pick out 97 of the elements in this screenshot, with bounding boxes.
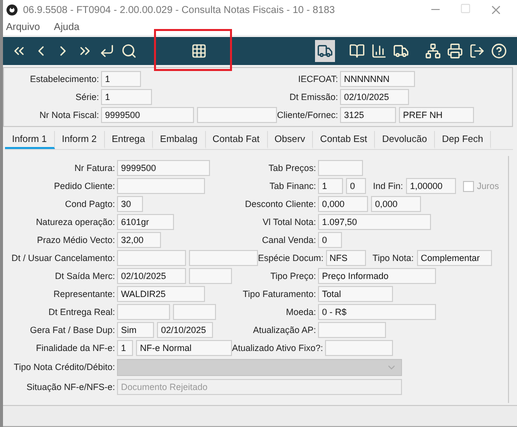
truck-button[interactable] [315,40,335,62]
hierarchy-icon [425,43,441,59]
window-title: 06.9.5508 - FT0904 - 2.00.00.029 - Consulta Notas Fiscais - 10 - 8183 [23,4,336,16]
field-label: Dt Emissão: [289,92,339,102]
help-icon [491,43,507,59]
bar-chart-icon [371,43,387,59]
text-field[interactable] [189,268,232,284]
field-label: Série: [74,92,100,102]
field-label: Atualização AP: [252,325,317,335]
field-label: Pedido Cliente: [52,181,116,191]
text-field[interactable]: 1 [101,89,152,105]
field-label: Dt Saída Merc: [54,271,116,281]
search-icon [121,43,137,59]
text-field[interactable] [318,322,386,338]
field-label: Moeda: [286,307,317,317]
tab[interactable]: Embalag [153,131,206,149]
field-label: Espécie Docum: [258,253,325,263]
field-label: Canal Venda: [262,235,317,245]
text-field[interactable]: 30 [117,196,143,212]
text-field[interactable]: 0 - R$ [318,304,436,320]
truck-icon [317,43,333,59]
tab[interactable]: Inform 2 [54,131,105,149]
menu-item[interactable]: Ajuda [54,22,80,33]
field-label: Estabelecimento: [28,74,100,84]
field-label: Tipo Faturamento: [242,289,317,299]
text-field[interactable]: Sim [117,322,154,338]
field-label: Cliente/Fornec: [277,110,340,120]
text-field[interactable]: 6101gr [117,214,174,230]
tab[interactable]: Entrega [104,131,153,149]
truck-icon [393,43,409,59]
text-field[interactable] [197,107,277,123]
text-field[interactable]: 1.097,50 [318,214,431,230]
grid-icon [191,43,207,59]
field-label: Tab Financ: [269,181,317,191]
text-field[interactable]: PREF NH [399,107,474,123]
text-field[interactable]: 02/10/2025 [117,268,186,284]
text-field[interactable] [117,178,205,194]
text-field[interactable]: NNNNNNN [340,71,415,87]
text-field[interactable]: NF-e Normal [136,340,232,356]
field-label: Tipo Nota Crédito/Débito: [12,362,116,372]
field-label: Dt Entrega Real: [47,307,116,317]
text-field[interactable]: 02/10/2025 [157,322,213,338]
printer-icon [447,43,463,59]
text-field[interactable]: 3125 [340,107,396,123]
text-field[interactable]: 0 [318,232,342,248]
field-label: Gera Fat / Base Dup: [28,325,116,335]
text-field[interactable] [173,304,216,320]
tab[interactable]: Contab Fat [206,131,268,149]
text-field[interactable]: Preço Informado [318,268,436,284]
app-icon [6,4,18,16]
field-label: Tipo Preço: [270,271,317,281]
field-label: Atualizado Ativo Fixo?: [232,343,324,353]
field-label: Situação NF-e/NFS-e: [25,382,116,392]
text-field[interactable]: WALDIR25 [117,286,205,302]
tab[interactable]: Observ [268,131,314,149]
field-label: Representante: [52,289,116,299]
tab[interactable]: Contab Est [313,131,376,149]
text-field[interactable]: 9999500 [101,107,194,123]
text-field[interactable] [117,250,186,266]
field-label: Desconto Cliente: [244,199,317,209]
field-label: Vl Total Nota: [262,217,317,227]
text-field[interactable]: 0,000 [318,196,368,212]
field-label: Tab Preços: [268,163,317,173]
text-field[interactable]: Total [318,286,393,302]
enter-icon [99,43,115,59]
field-label: Nr Nota Fiscal: [38,110,100,120]
text-field[interactable]: 9999500 [117,160,210,176]
tab[interactable]: Devolucão [375,131,436,149]
field-label: Cond Pagto: [64,199,116,209]
field-label: IECFOAT: [298,74,339,84]
text-field[interactable] [189,250,258,266]
text-field[interactable]: Complementar [416,250,492,266]
text-field[interactable]: 0,000 [371,196,421,212]
menu-item[interactable]: Arquivo [6,22,40,33]
text-field[interactable]: 1 [117,340,133,356]
field-label: Ind Fin: [373,181,404,191]
field-label: Tipo Nota: [372,253,414,263]
close-icon[interactable] [489,3,503,17]
tab[interactable]: Inform 1 [5,131,55,149]
text-field[interactable]: 1,00000 [406,178,456,194]
exit-icon [469,43,485,59]
text-field[interactable] [325,340,394,356]
book-icon [349,43,365,59]
text-field[interactable]: NFS [326,250,366,266]
field-label: Nr Fatura: [73,163,116,173]
text-field[interactable]: 32,00 [117,232,161,248]
field-label: Prazo Médio Vecto: [36,235,116,245]
field-label: Natureza operação: [34,217,116,227]
field-label: Dt / Usuar Cancelamento: [10,253,116,263]
tab[interactable]: Dep Fech [435,131,492,149]
text-field[interactable]: 1 [318,178,343,194]
field-label: Finalidade da NF-e: [34,343,116,353]
text-field[interactable]: 1 [101,71,141,87]
text-field[interactable]: 0 [346,178,366,194]
text-field[interactable] [318,160,363,176]
text-field[interactable] [117,304,170,320]
text-field[interactable]: 02/10/2025 [340,89,409,105]
